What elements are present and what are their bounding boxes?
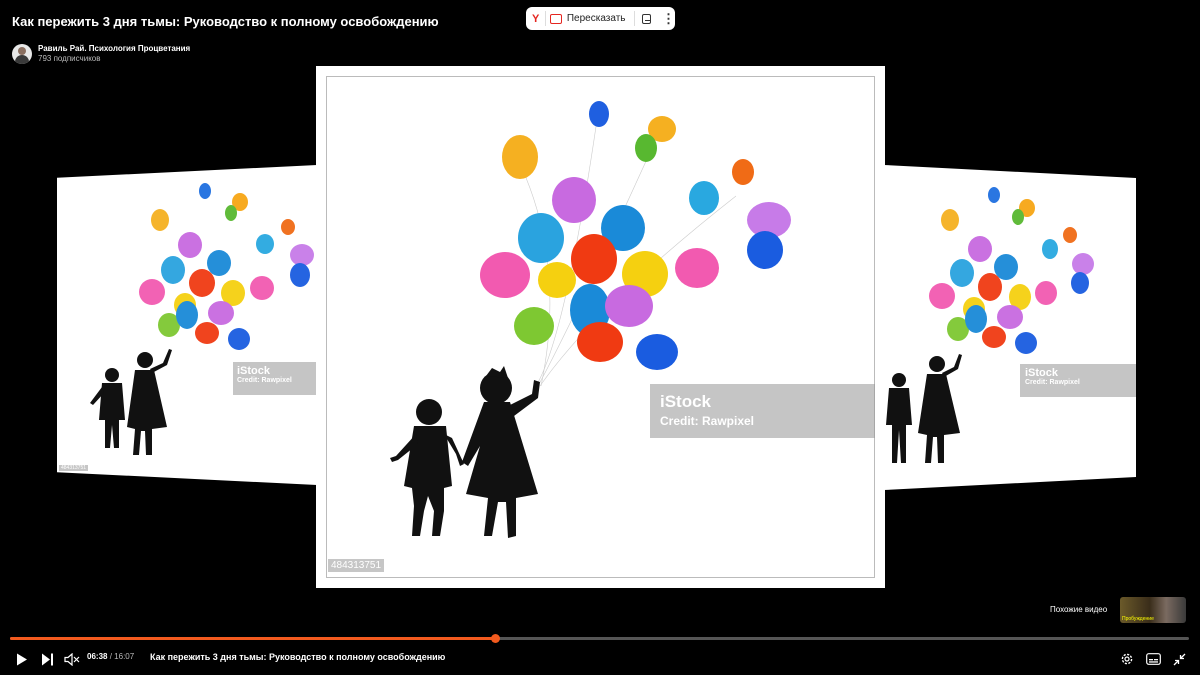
image-id-small-left: 484313751 bbox=[59, 465, 89, 471]
balloons bbox=[480, 101, 791, 370]
exit-fullscreen-button[interactable] bbox=[1171, 649, 1187, 669]
similar-video-thumbnail[interactable]: Пробуждение bbox=[1120, 597, 1186, 623]
balloons-illustration-left bbox=[90, 183, 314, 455]
children-silhouette bbox=[90, 349, 172, 455]
istock-watermark-center: iStock Credit: Rawpixel bbox=[650, 384, 875, 438]
balloons-illustration-center bbox=[390, 101, 791, 538]
time-separator: / bbox=[109, 652, 112, 661]
children-silhouette bbox=[886, 354, 962, 463]
channel-info[interactable]: Равиль Рай. Психология Процветания 793 п… bbox=[12, 44, 190, 64]
settings-icon bbox=[1121, 653, 1133, 665]
toolbar-divider bbox=[545, 11, 546, 26]
watermark-brand: iStock bbox=[237, 365, 271, 377]
subtitles-icon[interactable] bbox=[642, 13, 651, 24]
next-icon bbox=[41, 653, 53, 665]
video-title: Как пережить 3 дня тьмы: Руководство к п… bbox=[12, 14, 439, 29]
image-id: 484313751 bbox=[328, 559, 385, 572]
watermark-credit: Credit: Rawpixel bbox=[660, 414, 755, 428]
subscriber-count: 793 подписчиков bbox=[38, 54, 101, 63]
similar-videos-label[interactable]: Похожие видео bbox=[1050, 605, 1107, 614]
time-display: 06:38 / 16:07 bbox=[87, 652, 134, 661]
duration: 16:07 bbox=[114, 652, 135, 661]
yandex-logo-icon[interactable]: Y bbox=[530, 13, 541, 25]
current-time: 06:38 bbox=[87, 652, 108, 661]
retell-label: Пересказать bbox=[566, 13, 626, 24]
balloons-illustration-right bbox=[886, 187, 1094, 463]
settings-button[interactable] bbox=[1119, 649, 1135, 669]
istock-watermark-right: iStock Credit: Rawpixel bbox=[1020, 364, 1136, 397]
watermark-brand: iStock bbox=[1025, 367, 1059, 379]
progress-bar[interactable] bbox=[10, 634, 1189, 643]
thumbnail-caption: Пробуждение bbox=[1122, 616, 1154, 622]
toolbar-divider bbox=[633, 11, 635, 26]
subtitles-icon bbox=[1145, 653, 1161, 665]
video-frame-right: iStock Credit: Rawpixel bbox=[884, 165, 1136, 490]
video-frame-center[interactable]: iStock Credit: Rawpixel 484313751 bbox=[316, 66, 885, 588]
exit-fullscreen-icon bbox=[1173, 653, 1185, 665]
progress-handle[interactable] bbox=[491, 634, 501, 643]
channel-avatar[interactable] bbox=[12, 44, 32, 64]
channel-name[interactable]: Равиль Рай. Психология Процветания bbox=[38, 44, 190, 54]
mute-icon bbox=[64, 652, 80, 666]
mute-button[interactable] bbox=[63, 649, 81, 669]
balloons bbox=[929, 187, 1094, 354]
progress-fill bbox=[10, 637, 496, 640]
children-silhouette bbox=[390, 366, 540, 538]
player-video-title: Как пережить 3 дня тьмы: Руководство к п… bbox=[150, 652, 446, 662]
yandex-toolbar: Y Пересказать ⋮ bbox=[526, 7, 675, 30]
balloons bbox=[139, 183, 314, 350]
retell-icon bbox=[549, 13, 562, 24]
play-button[interactable] bbox=[14, 649, 30, 669]
subtitles-button[interactable] bbox=[1145, 649, 1161, 669]
istock-watermark-left: iStock Credit: Rawpixel bbox=[233, 362, 317, 395]
watermark-credit: Credit: Rawpixel bbox=[1025, 379, 1080, 386]
watermark-credit: Credit: Rawpixel bbox=[237, 377, 292, 384]
video-frame-left: iStock Credit: Rawpixel 484313751 bbox=[57, 165, 317, 485]
next-button[interactable] bbox=[39, 649, 55, 669]
play-icon bbox=[17, 653, 27, 665]
retell-button[interactable]: Пересказать bbox=[549, 13, 626, 24]
more-icon[interactable]: ⋮ bbox=[662, 11, 675, 27]
watermark-brand: iStock bbox=[660, 392, 712, 411]
